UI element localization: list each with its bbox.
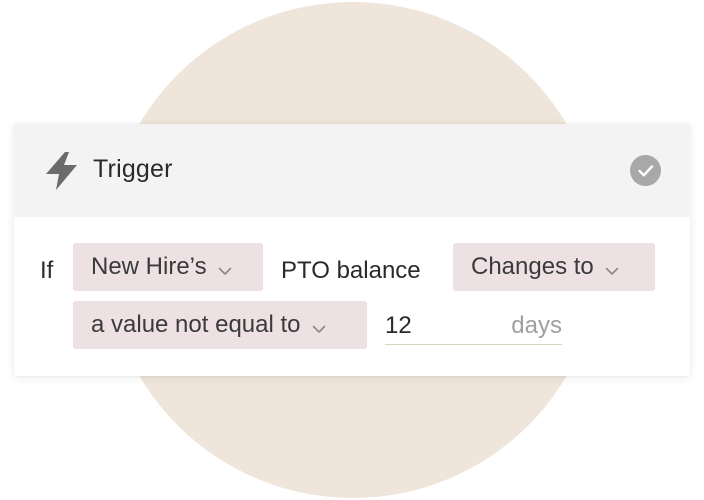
unit-label: days — [511, 312, 562, 339]
operator-dropdown[interactable]: a value not equal to — [73, 301, 367, 349]
subject-dropdown-label: New Hire’s — [91, 253, 207, 280]
operator-dropdown-label: a value not equal to — [91, 311, 301, 338]
value-input[interactable] — [385, 312, 485, 340]
lightning-bolt-icon — [44, 151, 80, 191]
chevron-down-icon — [605, 263, 619, 275]
event-dropdown[interactable]: Changes to — [453, 243, 655, 291]
chevron-down-icon — [312, 321, 326, 333]
event-dropdown-label: Changes to — [471, 253, 594, 280]
subject-dropdown[interactable]: New Hire’s — [73, 243, 263, 291]
card-header: Trigger — [14, 124, 690, 217]
card-title: Trigger — [93, 155, 173, 183]
chevron-down-icon — [218, 263, 232, 275]
field-label: PTO balance — [281, 257, 421, 284]
if-label: If — [40, 257, 54, 284]
check-circle-icon[interactable] — [630, 155, 661, 186]
stage: Trigger If New Hire’s PTO balance Change… — [0, 0, 704, 500]
value-field: days — [385, 310, 562, 345]
trigger-card: Trigger If New Hire’s PTO balance Change… — [14, 124, 690, 376]
